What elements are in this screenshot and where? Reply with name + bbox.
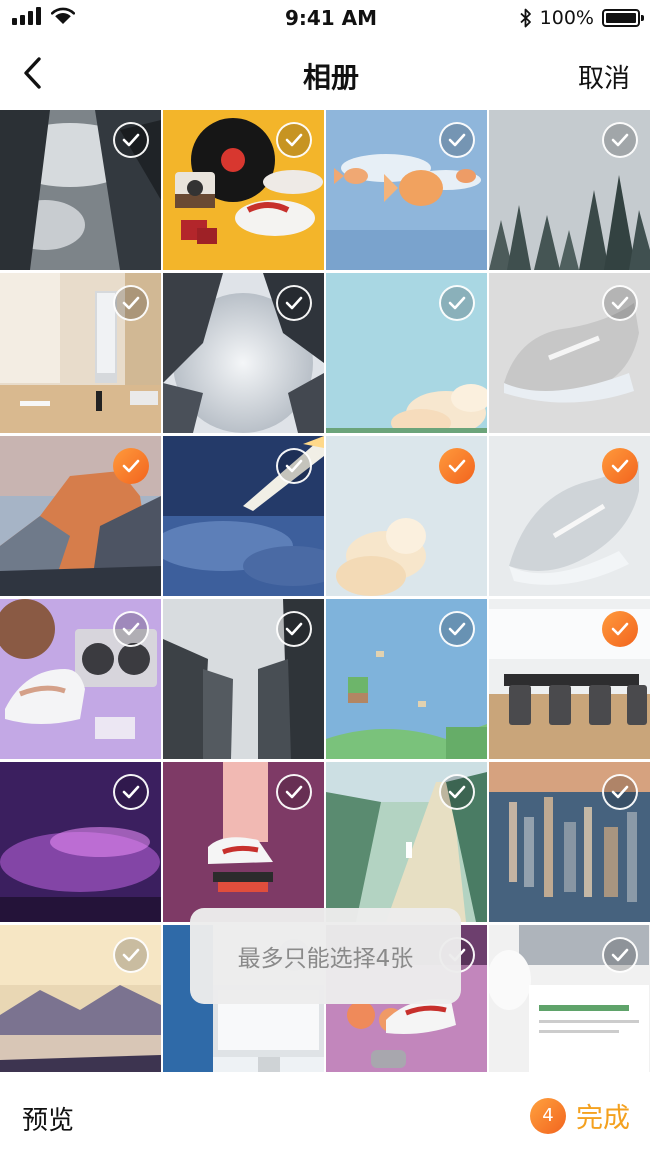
photo-thumbnail[interactable] xyxy=(0,599,161,759)
checkmark-icon xyxy=(122,785,140,799)
checkmark-icon xyxy=(122,296,140,310)
bottom-bar: 预览 4 完成 xyxy=(0,1072,662,1154)
checkmark-icon xyxy=(611,622,629,636)
unselected-check-circle[interactable] xyxy=(439,285,475,321)
unselected-check-circle[interactable] xyxy=(276,774,312,810)
checkmark-icon xyxy=(611,948,629,962)
nav-bar: 相册 取消 xyxy=(0,36,662,110)
checkmark-icon xyxy=(122,459,140,473)
checkmark-icon xyxy=(122,948,140,962)
checkmark-icon xyxy=(448,785,466,799)
photo-thumbnail[interactable] xyxy=(326,762,487,922)
photo-thumbnail[interactable] xyxy=(163,762,324,922)
unselected-check-circle[interactable] xyxy=(602,122,638,158)
page-title: 相册 xyxy=(302,61,359,94)
photo-thumbnail[interactable] xyxy=(326,436,487,596)
photo-thumbnail[interactable] xyxy=(0,762,161,922)
preview-button[interactable]: 预览 xyxy=(22,1100,74,1137)
unselected-check-circle[interactable] xyxy=(276,285,312,321)
unselected-check-circle[interactable] xyxy=(113,774,149,810)
checkmark-icon xyxy=(611,459,629,473)
battery-icon xyxy=(602,9,644,27)
photo-thumbnail[interactable] xyxy=(163,599,324,759)
checkmark-icon xyxy=(285,622,303,636)
unselected-check-circle[interactable] xyxy=(113,285,149,321)
selected-check-circle[interactable] xyxy=(602,611,638,647)
checkmark-icon xyxy=(285,133,303,147)
checkmark-icon xyxy=(448,622,466,636)
photo-thumbnail[interactable] xyxy=(489,762,650,922)
unselected-check-circle[interactable] xyxy=(439,611,475,647)
unselected-check-circle[interactable] xyxy=(276,611,312,647)
unselected-check-circle[interactable] xyxy=(439,122,475,158)
unselected-check-circle[interactable] xyxy=(439,774,475,810)
photo-thumbnail[interactable] xyxy=(0,436,161,596)
photo-thumbnail[interactable] xyxy=(489,110,650,270)
cancel-button[interactable]: 取消 xyxy=(578,58,630,95)
photo-thumbnail[interactable] xyxy=(326,110,487,270)
checkmark-icon xyxy=(122,133,140,147)
unselected-check-circle[interactable] xyxy=(113,611,149,647)
checkmark-icon xyxy=(448,133,466,147)
photo-thumbnail[interactable] xyxy=(163,436,324,596)
checkmark-icon xyxy=(285,296,303,310)
status-bar: 9:41 AM 100% xyxy=(0,0,662,36)
selected-check-circle[interactable] xyxy=(113,448,149,484)
battery-percent: 100% xyxy=(539,7,594,29)
checkmark-icon xyxy=(611,133,629,147)
selected-count-badge: 4 xyxy=(530,1097,566,1134)
selected-check-circle[interactable] xyxy=(602,448,638,484)
photo-thumbnail[interactable] xyxy=(489,273,650,433)
unselected-check-circle[interactable] xyxy=(276,122,312,158)
photo-thumbnail[interactable] xyxy=(0,110,161,270)
done-label: 完成 xyxy=(576,1103,630,1134)
checkmark-icon xyxy=(611,296,629,310)
selected-check-circle[interactable] xyxy=(439,448,475,484)
done-button[interactable]: 4 完成 xyxy=(530,1096,630,1135)
checkmark-icon xyxy=(285,785,303,799)
photo-thumbnail[interactable] xyxy=(0,925,161,1085)
unselected-check-circle[interactable] xyxy=(113,937,149,973)
checkmark-icon xyxy=(285,459,303,473)
photo-thumbnail[interactable] xyxy=(489,599,650,759)
unselected-check-circle[interactable] xyxy=(602,285,638,321)
photo-thumbnail[interactable] xyxy=(163,110,324,270)
bluetooth-icon xyxy=(520,8,531,28)
unselected-check-circle[interactable] xyxy=(113,122,149,158)
photo-thumbnail[interactable] xyxy=(489,925,650,1085)
photo-thumbnail[interactable] xyxy=(163,273,324,433)
photo-thumbnail[interactable] xyxy=(326,273,487,433)
checkmark-icon xyxy=(611,785,629,799)
unselected-check-circle[interactable] xyxy=(276,448,312,484)
unselected-check-circle[interactable] xyxy=(602,937,638,973)
photo-thumbnail[interactable] xyxy=(326,599,487,759)
checkmark-icon xyxy=(448,459,466,473)
unselected-check-circle[interactable] xyxy=(602,774,638,810)
toast-message: 最多只能选择4张 xyxy=(190,908,461,1004)
photo-thumbnail[interactable] xyxy=(0,273,161,433)
checkmark-icon xyxy=(122,622,140,636)
photo-thumbnail[interactable] xyxy=(489,436,650,596)
checkmark-icon xyxy=(448,296,466,310)
